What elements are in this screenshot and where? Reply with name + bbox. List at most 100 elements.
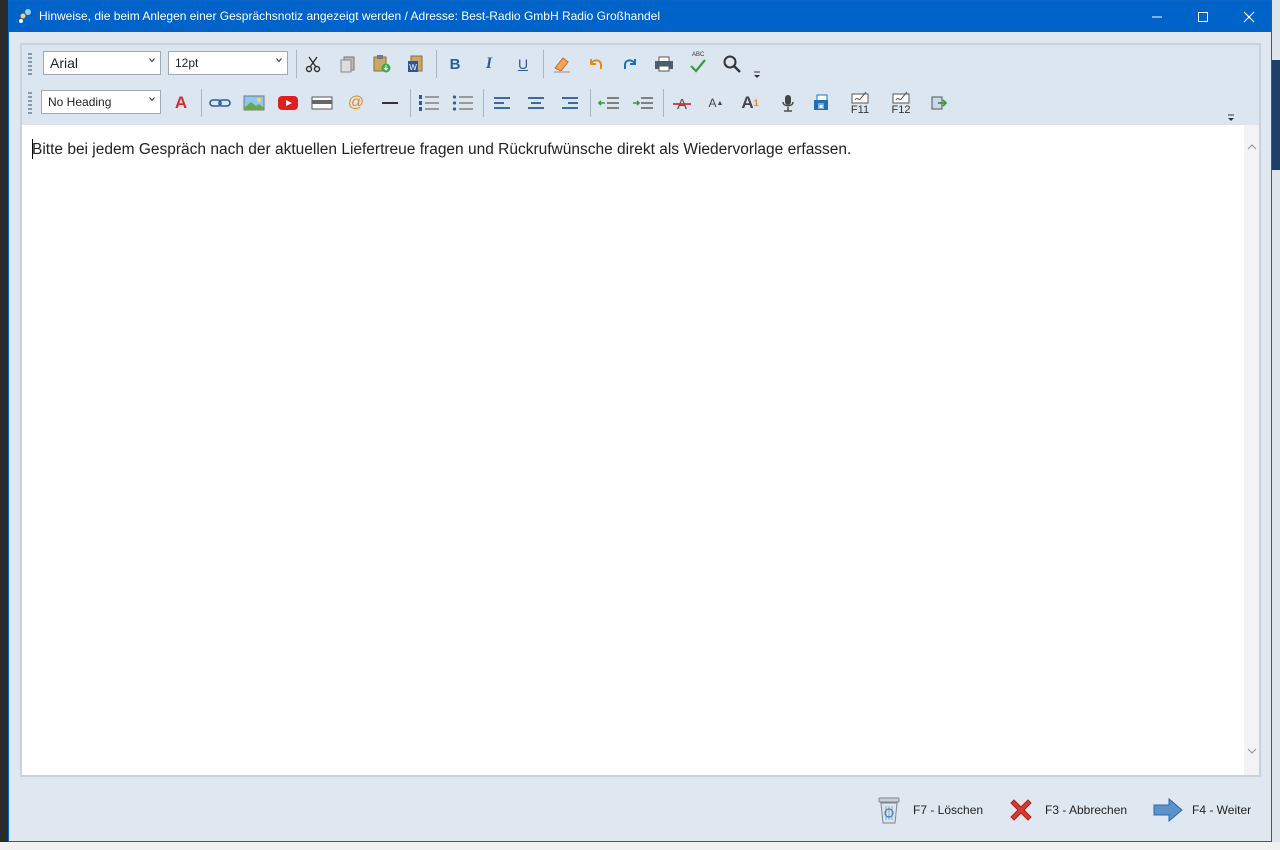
toolbar-separator (483, 89, 484, 117)
search-button[interactable] (719, 51, 745, 77)
align-center-button[interactable] (523, 90, 549, 116)
font-color-icon: A (174, 93, 188, 112)
toolbar-separator (543, 50, 544, 78)
recycle-bin-icon (873, 794, 905, 826)
align-left-icon (494, 97, 510, 109)
copy-button[interactable] (335, 51, 361, 77)
chevron-down-icon (149, 97, 155, 102)
insert-form-button[interactable] (309, 90, 335, 116)
indent-button[interactable] (630, 90, 656, 116)
undo-button[interactable] (583, 51, 609, 77)
arrow-right-icon (1152, 794, 1184, 826)
align-right-button[interactable] (557, 90, 583, 116)
paste-icon (373, 55, 391, 73)
print-button[interactable] (651, 51, 677, 77)
cancel-button[interactable]: F3 - Abbrechen (1005, 794, 1127, 826)
scroll-up-icon[interactable] (1247, 143, 1257, 151)
close-button[interactable] (1226, 1, 1272, 32)
ordered-list-button[interactable] (416, 90, 442, 116)
insert-image-button[interactable] (241, 90, 267, 116)
cut-icon (305, 56, 321, 73)
toolbar-formatting: Arial 12pt W B I U ABC (22, 45, 1259, 83)
underline-button[interactable]: U (510, 51, 536, 77)
superscript-icon: A (708, 96, 717, 110)
bold-button[interactable]: B (442, 51, 468, 77)
unordered-list-icon (452, 95, 473, 111)
paste-word-button[interactable]: W (403, 51, 429, 77)
delete-button[interactable]: F7 - Löschen (873, 794, 983, 826)
heading-value: No Heading (48, 95, 112, 109)
toolbar-insert: No Heading A @ A A ▲ A 1 ▣ F11 F12 (22, 84, 1259, 122)
toolbar-separator (436, 50, 437, 78)
next-button[interactable]: F4 - Weiter (1152, 794, 1251, 826)
italic-button[interactable]: I (476, 51, 502, 77)
subscript-button[interactable]: A 1 (737, 90, 763, 116)
toolbar-separator (410, 89, 411, 117)
maximize-button[interactable] (1180, 1, 1226, 32)
bold-icon: B (449, 55, 461, 73)
title-bar[interactable]: Hinweise, die beim Anlegen einer Gespräc… (9, 1, 1271, 32)
insert-file-button[interactable] (926, 90, 952, 116)
background-app-panel (1272, 60, 1280, 170)
microphone-button[interactable] (775, 90, 801, 116)
toolbar-overflow-icon[interactable] (1227, 114, 1235, 122)
spellcheck-button[interactable]: ABC (685, 51, 711, 77)
window-title: Hinweise, die beim Anlegen einer Gespräc… (39, 9, 660, 23)
italic-icon: I (485, 55, 493, 72)
clear-format-button[interactable] (549, 51, 575, 77)
redo-icon (624, 59, 636, 69)
heading-select[interactable]: No Heading (41, 90, 161, 114)
outdent-icon (598, 97, 619, 109)
cancel-label: F3 - Abbrechen (1045, 803, 1128, 817)
signature-icon (892, 91, 910, 104)
background-taskbar-edge (0, 842, 1280, 850)
minimize-icon (1152, 16, 1162, 17)
red-x-icon (1005, 794, 1037, 826)
f12-button[interactable]: F12 (884, 86, 918, 120)
font-family-select[interactable]: Arial (43, 51, 161, 75)
minimize-button[interactable] (1134, 1, 1180, 32)
spellcheck-label: ABC (692, 52, 705, 58)
redo-button[interactable] (617, 51, 643, 77)
cut-button[interactable] (300, 51, 326, 77)
toolbar-separator (663, 89, 664, 117)
toolbar-grip[interactable] (28, 92, 32, 114)
insert-link-button[interactable] (207, 90, 233, 116)
search-icon (723, 55, 741, 73)
html-editor: Arial 12pt W B I U ABC No Heading A @ A … (20, 43, 1261, 777)
subscript-digit: 1 (753, 98, 759, 108)
underline-icon: U (517, 56, 529, 72)
vertical-scrollbar[interactable] (1244, 125, 1259, 775)
font-size-select[interactable]: 12pt (168, 51, 288, 75)
insert-email-button[interactable]: @ (343, 90, 369, 116)
f11-button[interactable]: F11 (843, 86, 877, 120)
link-icon (209, 99, 231, 107)
f11-label: F11 (850, 104, 870, 116)
toolbar-overflow-icon[interactable] (753, 71, 761, 79)
superscript-button[interactable]: A ▲ (703, 90, 729, 116)
app-icon (19, 9, 31, 23)
strikethrough-button[interactable]: A (669, 90, 695, 116)
svg-text:W: W (409, 63, 417, 72)
scroll-down-icon[interactable] (1247, 747, 1257, 755)
align-left-button[interactable] (489, 90, 515, 116)
insert-hr-button[interactable] (377, 90, 403, 116)
unordered-list-button[interactable] (450, 90, 476, 116)
toolbar-separator (296, 50, 297, 78)
outdent-button[interactable] (596, 90, 622, 116)
editor-content[interactable]: Bitte bei jedem Gespräch nach der aktuel… (22, 125, 1244, 775)
font-family-value: Arial (50, 55, 79, 71)
toolbar-separator (201, 89, 202, 117)
insert-video-button[interactable] (275, 90, 301, 116)
delete-label: F7 - Löschen (913, 803, 984, 817)
editor-text[interactable]: Bitte bei jedem Gespräch nach der aktuel… (32, 141, 851, 159)
toolbar-grip[interactable] (28, 53, 32, 75)
form-field-icon (311, 96, 333, 110)
insert-placeholder-button[interactable]: ▣ (809, 90, 835, 116)
font-color-button[interactable]: A (168, 90, 194, 116)
paste-button[interactable] (369, 51, 395, 77)
ordered-list-icon (419, 95, 439, 111)
toolbar-separator (590, 89, 591, 117)
next-label: F4 - Weiter (1192, 803, 1252, 817)
dialog-window: Hinweise, die beim Anlegen einer Gespräc… (8, 0, 1272, 842)
